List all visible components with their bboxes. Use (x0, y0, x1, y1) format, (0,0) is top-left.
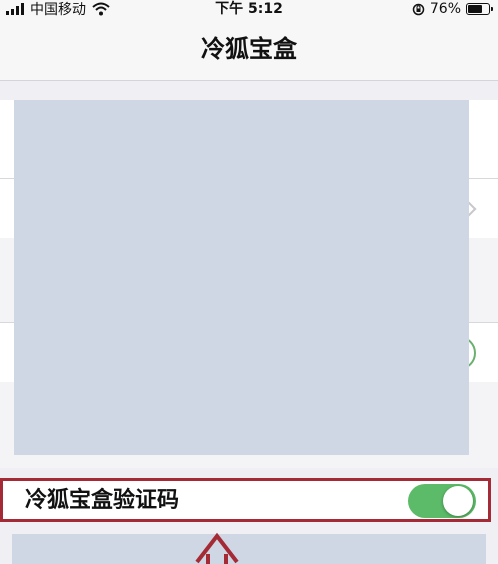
verification-code-toggle[interactable] (408, 484, 476, 518)
status-right: 76% (412, 0, 493, 18)
battery-level (468, 5, 482, 13)
battery-icon (466, 3, 493, 15)
toggle-knob (443, 486, 473, 516)
status-bar: 中国移动 下午 5:12 76% (0, 0, 498, 18)
verification-code-row[interactable]: 冷狐宝盒验证码 (0, 478, 491, 522)
redacted-area (14, 100, 469, 455)
battery-percent: 76% (429, 1, 461, 17)
orientation-lock-icon (412, 3, 425, 15)
page-title: 冷狐宝盒 (201, 34, 297, 63)
verification-code-label: 冷狐宝盒验证码 (25, 487, 180, 513)
redacted-area-bottom (12, 534, 486, 564)
up-arrow-icon (195, 532, 239, 564)
nav-bar: 冷狐宝盒 (0, 18, 498, 81)
